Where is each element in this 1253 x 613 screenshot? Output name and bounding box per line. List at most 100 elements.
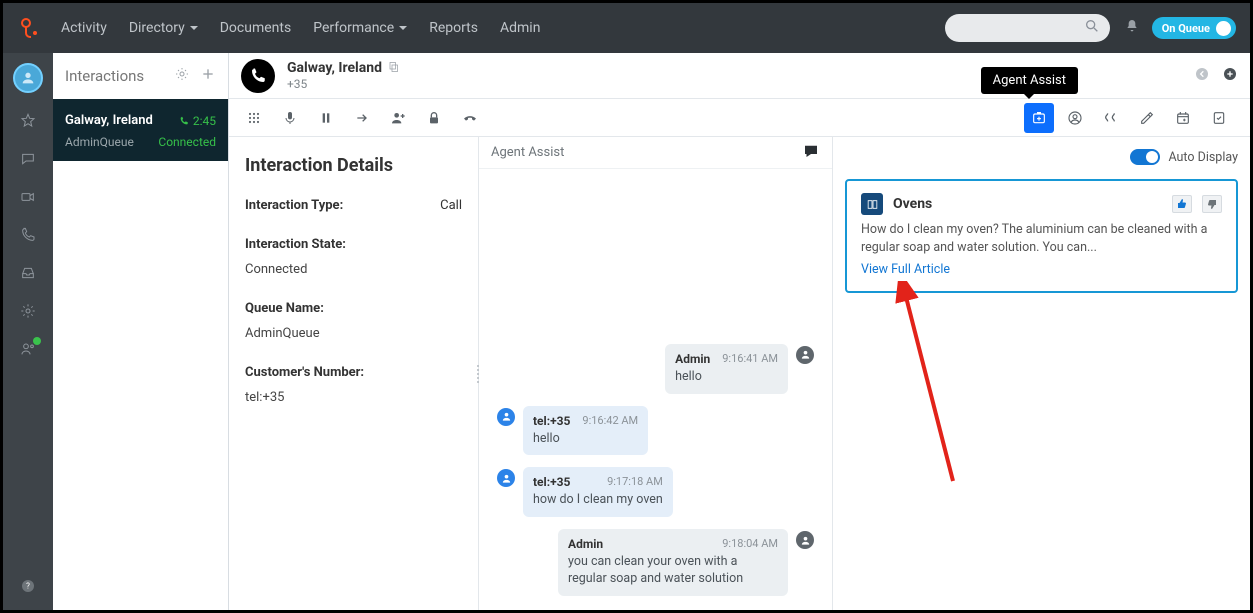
agent-assist-panel-title: Agent Assist (491, 145, 564, 160)
nav-documents[interactable]: Documents (220, 20, 291, 36)
chevron-down-icon (399, 26, 407, 30)
interaction-details-panel: Interaction Details Interaction Type: Ca… (229, 137, 479, 610)
message-sender: tel:+35 (533, 414, 570, 428)
interaction-duration: 2:45 (179, 114, 216, 128)
customer-number-value: tel:+35 (245, 390, 462, 405)
details-heading: Interaction Details (245, 155, 462, 176)
rail-chat-icon[interactable] (17, 149, 39, 169)
message-text: you can clean your oven with a regular s… (568, 554, 778, 588)
message-row: Admin 9:16:41 AM hello (497, 344, 814, 394)
admin-avatar-icon (796, 531, 814, 549)
message-sender: Admin (568, 537, 603, 551)
interaction-state: Connected (158, 135, 216, 149)
script-button[interactable] (1096, 103, 1126, 133)
hold-button[interactable] (311, 103, 341, 133)
copy-icon[interactable] (388, 61, 400, 76)
message-time: 9:17:18 AM (607, 475, 663, 489)
message-sender: tel:+35 (533, 475, 570, 489)
rail-inbox-icon[interactable] (17, 263, 39, 283)
rail-favorites-icon[interactable] (17, 111, 39, 131)
interaction-state-label: Interaction State: (245, 237, 462, 252)
call-number: +35 (287, 77, 400, 91)
top-nav: Activity Directory Documents Performance… (3, 3, 1250, 53)
toggle-knob (1216, 21, 1231, 36)
agent-assist-button[interactable] (1024, 103, 1054, 133)
resize-handle[interactable] (475, 359, 481, 389)
chevron-down-icon (190, 26, 198, 30)
message-row: tel:+35 9:16:42 AM hello (497, 406, 814, 456)
notes-button[interactable] (1132, 103, 1162, 133)
article-icon (861, 193, 883, 215)
rail-video-icon[interactable] (17, 187, 39, 207)
message-sender: Admin (675, 352, 710, 366)
admin-avatar-icon (796, 346, 814, 364)
customer-avatar-icon (497, 408, 515, 426)
interaction-card[interactable]: Galway, Ireland 2:45 AdminQueue Connecte… (53, 99, 228, 161)
nav-performance[interactable]: Performance (313, 20, 407, 36)
plus-icon[interactable] (200, 66, 216, 86)
message-text: how do I clean my oven (533, 492, 663, 509)
call-location: Galway, Ireland (287, 60, 382, 76)
search-icon (1084, 18, 1100, 38)
auto-display-label: Auto Display (1168, 150, 1238, 165)
interaction-queue: AdminQueue (65, 135, 134, 149)
view-full-article-link[interactable]: View Full Article (861, 262, 1222, 277)
profile-avatar[interactable] (13, 63, 43, 93)
nav-activity[interactable]: Activity (61, 20, 107, 36)
secure-pause-button[interactable] (419, 103, 449, 133)
gear-icon[interactable] (174, 66, 190, 86)
transfer-button[interactable] (347, 103, 377, 133)
mute-button[interactable] (275, 103, 305, 133)
interaction-location: Galway, Ireland (65, 113, 153, 128)
dialpad-button[interactable] (239, 103, 269, 133)
app-logo-icon (17, 16, 41, 40)
on-queue-toggle[interactable]: On Queue (1152, 17, 1236, 39)
auto-display-toggle[interactable] (1130, 149, 1160, 165)
wrapup-button[interactable] (1204, 103, 1234, 133)
message-time: 9:18:04 AM (722, 537, 778, 551)
article-title: Ovens (893, 196, 1162, 212)
schedule-button[interactable] (1168, 103, 1198, 133)
knowledge-card: Ovens How do I clean my oven? The alumin… (845, 179, 1238, 293)
queue-name-label: Queue Name: (245, 301, 462, 316)
agent-assist-tooltip: Agent Assist (981, 67, 1078, 94)
thumbs-down-button[interactable] (1202, 195, 1222, 213)
search-input[interactable] (945, 14, 1110, 42)
interaction-state-value: Connected (245, 262, 462, 277)
notifications-icon[interactable] (1124, 18, 1140, 38)
message-time: 9:16:41 AM (722, 352, 778, 366)
rail-agent-icon[interactable] (17, 339, 39, 359)
message-row: Admin 9:18:04 AM you can clean your oven … (497, 529, 814, 596)
chat-bubble-icon[interactable] (802, 142, 820, 164)
interaction-type-value: Call (440, 198, 462, 213)
agent-assist-panel: Auto Display Ovens How do I clean my ove… (833, 137, 1250, 610)
hangup-button[interactable] (455, 103, 485, 133)
svg-text:?: ? (26, 582, 30, 591)
profile-button[interactable] (1060, 103, 1090, 133)
rail-help-icon[interactable]: ? (17, 576, 39, 596)
main-panel: Galway, Ireland +35 Agent Assist (229, 53, 1250, 610)
call-toolbar (229, 99, 1250, 137)
header-back-icon[interactable] (1194, 66, 1210, 86)
nav-admin[interactable]: Admin (500, 20, 540, 36)
call-icon (241, 59, 275, 93)
header-add-icon[interactable] (1222, 66, 1238, 86)
customer-avatar-icon (497, 469, 515, 487)
nav-reports[interactable]: Reports (429, 20, 478, 36)
side-rail: ? (3, 53, 53, 610)
add-participant-button[interactable] (383, 103, 413, 133)
thumbs-up-button[interactable] (1172, 195, 1192, 213)
transcript-panel: Agent Assist Admin 9:16:41 AM hello (479, 137, 833, 610)
rail-phone-icon[interactable] (17, 225, 39, 245)
interaction-type-label: Interaction Type: (245, 198, 343, 213)
rail-settings-icon[interactable] (17, 301, 39, 321)
message-row: tel:+35 9:17:18 AM how do I clean my oven (497, 467, 814, 517)
article-excerpt: How do I clean my oven? The aluminium ca… (861, 221, 1222, 256)
message-time: 9:16:42 AM (582, 414, 638, 428)
message-text: hello (675, 369, 778, 386)
customer-number-label: Customer's Number: (245, 365, 462, 380)
interactions-sidebar: Interactions Galway, Ireland 2:45 AdminQ… (53, 53, 229, 610)
message-text: hello (533, 431, 638, 448)
nav-directory[interactable]: Directory (129, 20, 198, 36)
queue-name-value: AdminQueue (245, 326, 462, 341)
